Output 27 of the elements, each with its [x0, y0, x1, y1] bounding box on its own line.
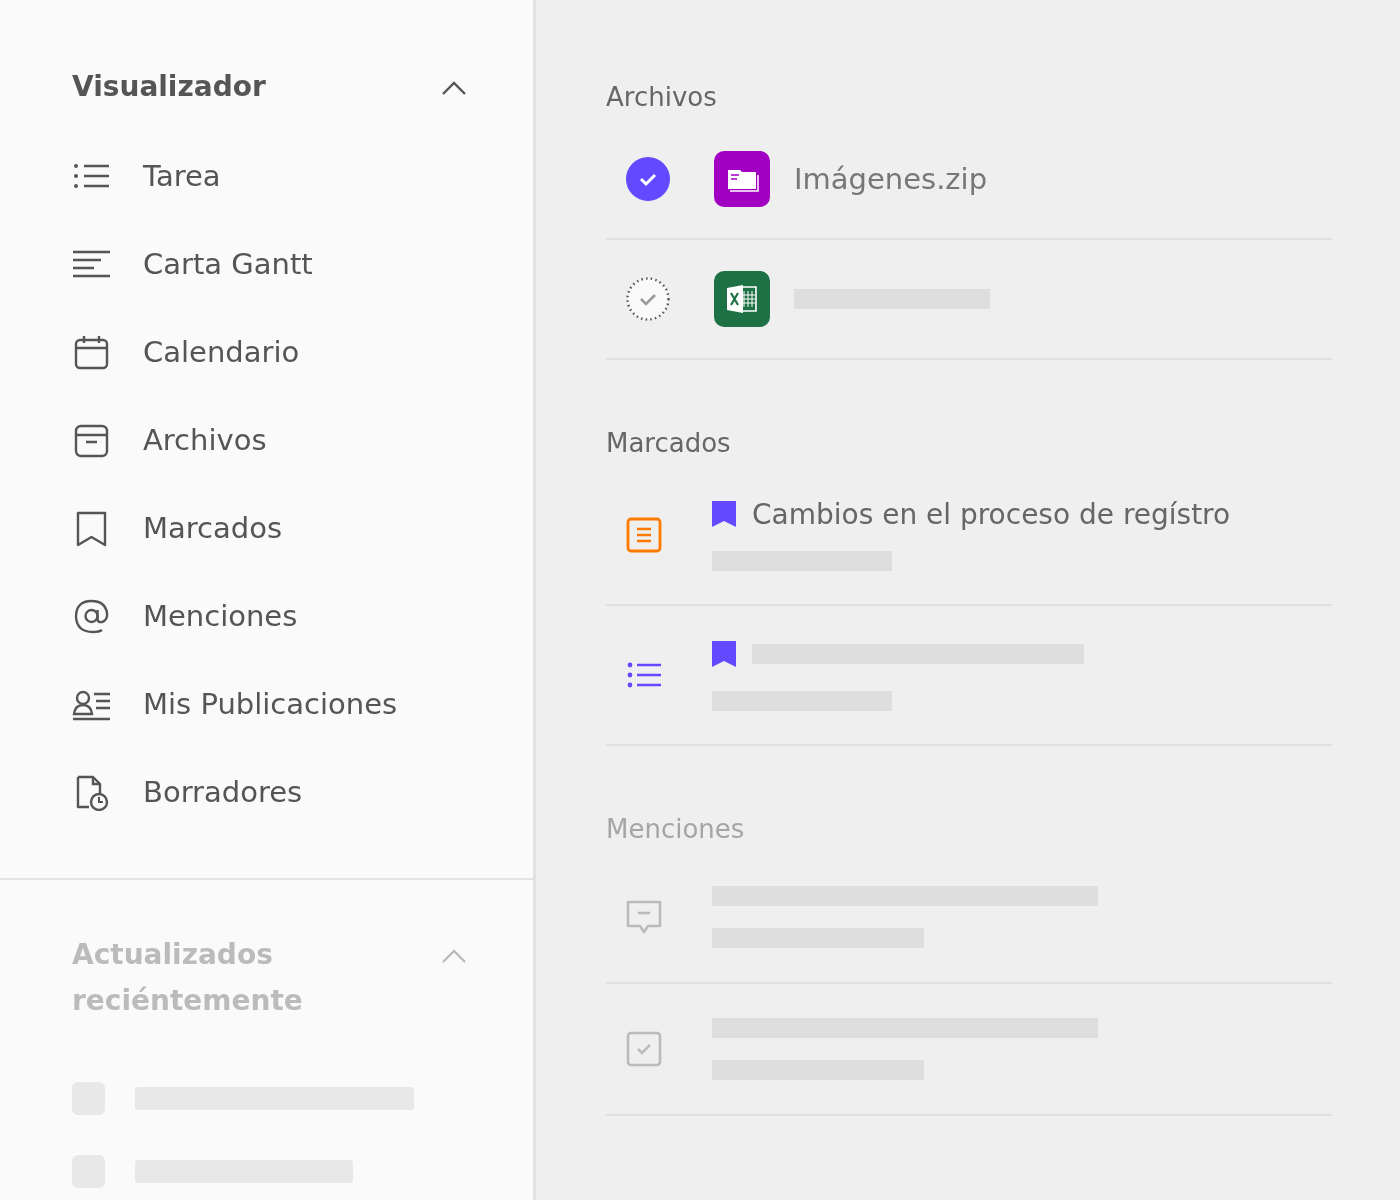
section-heading: Marcados	[606, 427, 732, 460]
section-title: Actualizados reciéntemente	[72, 937, 304, 1019]
checked-circle-icon[interactable]	[626, 157, 670, 201]
sidebar-item[interactable]: Borradores	[72, 748, 467, 836]
checkbox-icon	[626, 1031, 662, 1067]
sidebar-item[interactable]: Marcados	[72, 484, 467, 572]
sidebar-item[interactable]: Archivos	[72, 396, 467, 484]
sidebar-item[interactable]: Menciones	[72, 572, 467, 660]
folder-icon	[714, 151, 770, 207]
sidebar-item[interactable]: Tarea	[72, 132, 467, 220]
section-heading: Archivos	[606, 81, 718, 114]
sidebar-item[interactable]: Mis Publicaciones	[72, 660, 467, 748]
sidebar-item[interactable]: Carta Gantt	[72, 220, 467, 308]
section-heading: Menciones	[606, 813, 746, 846]
spreadsheet-icon	[714, 271, 770, 327]
bookmark-icon	[712, 641, 736, 667]
section-title: Visualizador	[72, 69, 266, 105]
calendar-icon	[72, 333, 111, 371]
file-name[interactable]: Imágenes.zip	[794, 162, 988, 196]
document-icon	[626, 517, 662, 553]
mention-icon	[72, 597, 111, 635]
chevron-icon[interactable]	[441, 80, 467, 96]
comment-icon	[626, 899, 662, 935]
sidebar-item[interactable]: Calendario	[72, 308, 467, 396]
bookmark-icon	[712, 501, 736, 527]
bookmark-title[interactable]: Cambios en el proceso de regístro	[752, 497, 1231, 531]
unchecked-circle-icon[interactable]	[626, 277, 670, 321]
